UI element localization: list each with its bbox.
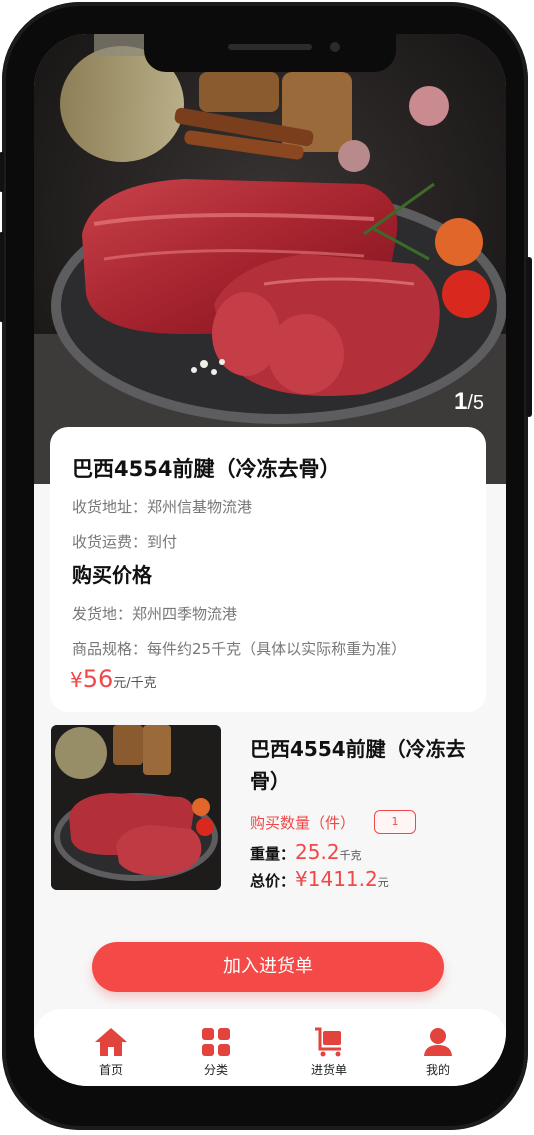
volume-buttons (0, 232, 4, 322)
tab-home[interactable]: 首页 (71, 1027, 151, 1078)
tab-profile[interactable]: 我的 (398, 1027, 478, 1078)
spec-label: 商品规格： (72, 640, 148, 658)
power-button (526, 257, 532, 417)
total-unit: 元 (377, 876, 389, 889)
cart-icon (315, 1027, 341, 1057)
delivery-address: 收货地址：郑州信基物流港 (72, 496, 252, 517)
spec-value: 每件约25千克（具体以实际称重为准） (147, 640, 407, 658)
price-symbol: ¥ (70, 668, 83, 692)
notch (144, 34, 396, 72)
price-unit: 元/千克 (113, 676, 157, 691)
weight-row: 重量：25.2千克 (250, 840, 362, 864)
add-to-order-button[interactable]: 加入进货单 (92, 942, 444, 992)
product-info-card: 巴西4554前腱（冷冻去骨） 收货地址：郑州信基物流港 收货运费：到付 购买价格… (50, 427, 486, 712)
beef-thumb (51, 725, 221, 890)
image-pager: 1/5 (454, 388, 484, 416)
bottom-tab-bar: 首页 分类 进货单 我的 (34, 1009, 506, 1086)
product-title: 巴西4554前腱（冷冻去骨） (72, 457, 341, 481)
total-value: ¥1411.2 (295, 867, 378, 891)
origin-value: 郑州四季物流港 (132, 605, 238, 623)
product-image-carousel[interactable]: 1/5 (34, 34, 506, 484)
mute-switch (0, 152, 4, 192)
address-value: 郑州信基物流港 (147, 498, 253, 516)
delivery-fee: 收货运费：到付 (72, 531, 177, 552)
origin-label: 发货地： (72, 605, 133, 623)
tab-label-home: 首页 (98, 1063, 123, 1077)
screen: 1/5 巴西4554前腱（冷冻去骨） 收货地址：郑州信基物流港 收货运费：到付 … (34, 34, 506, 1086)
tab-cart[interactable]: 进货单 (289, 1027, 369, 1078)
weight-label: 重量： (250, 845, 296, 863)
address-label: 收货地址： (72, 498, 148, 516)
user-icon (424, 1028, 452, 1056)
tab-label-profile: 我的 (425, 1063, 450, 1077)
price-value: 56 (82, 665, 114, 693)
category-icon (202, 1028, 230, 1056)
pager-total: /5 (467, 392, 484, 414)
price-section-title: 购买价格 (72, 563, 152, 587)
quantity-input[interactable]: 1 (374, 810, 416, 834)
total-row: 总价：¥1411.2元 (250, 867, 389, 891)
beef-photo (34, 34, 506, 484)
pager-current: 1 (453, 388, 468, 415)
ship-origin: 发货地：郑州四季物流港 (72, 603, 237, 624)
weight-value: 25.2 (295, 840, 340, 864)
quantity-label: 购买数量（件） (250, 814, 356, 832)
cart-item-name: 巴西4554前腱（冷冻去骨） (250, 737, 466, 793)
shipping-value: 到付 (147, 533, 178, 551)
home-icon (95, 1028, 127, 1056)
shipping-label: 收货运费： (72, 533, 148, 551)
tab-category[interactable]: 分类 (176, 1027, 256, 1078)
unit-price: ¥56元/千克 (70, 665, 157, 693)
phone-frame: 1/5 巴西4554前腱（冷冻去骨） 收货地址：郑州信基物流港 收货运费：到付 … (0, 2, 532, 1130)
product-spec: 商品规格：每件约25千克（具体以实际称重为准） (72, 638, 406, 659)
total-label: 总价： (250, 872, 296, 890)
tab-label-cart: 进货单 (310, 1063, 347, 1077)
weight-unit: 千克 (339, 849, 362, 862)
product-thumbnail[interactable] (51, 725, 221, 890)
tab-label-category: 分类 (203, 1063, 228, 1077)
